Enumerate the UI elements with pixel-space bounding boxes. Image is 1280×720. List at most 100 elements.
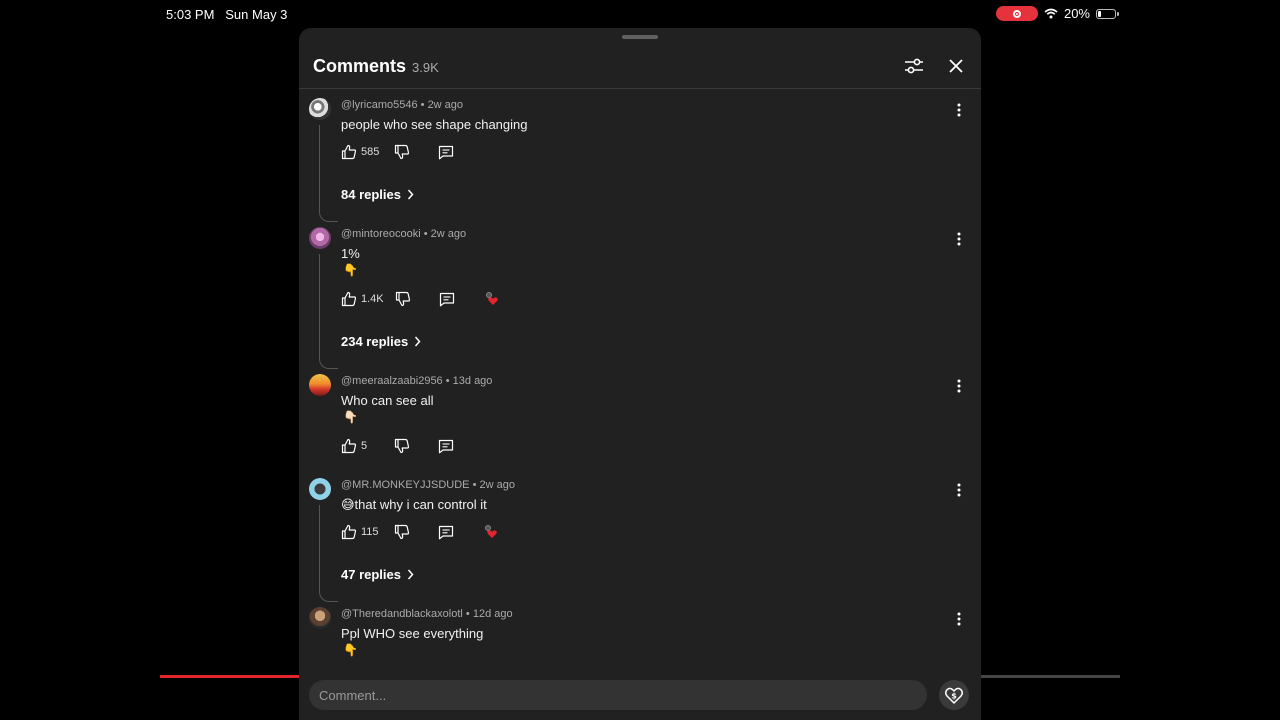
chevron-right-icon (415, 336, 421, 347)
sliders-icon (905, 58, 923, 74)
comment-meta: @Theredandblackaxolotl • 12d ago (341, 608, 513, 620)
avatar[interactable] (309, 478, 331, 500)
more-options-button[interactable] (949, 609, 969, 629)
more-options-button[interactable] (949, 480, 969, 500)
like-button[interactable]: 115 (341, 524, 379, 540)
comment-text: Ppl WHO see everything (341, 626, 484, 641)
filter-button[interactable] (902, 54, 926, 78)
view-replies-button[interactable]: 234 replies (341, 334, 421, 349)
dislike-button[interactable] (393, 143, 411, 161)
comment-text: 😅that why i can control it (341, 497, 487, 512)
status-date: Sun May 3 (225, 7, 288, 22)
more-vert-icon (957, 103, 961, 117)
comment-list[interactable]: @lyricamo5546 • 2w ago people who see sh… (299, 89, 981, 675)
battery-level (1098, 10, 1101, 17)
thumbs-up-icon (341, 438, 357, 454)
reply-button[interactable] (437, 523, 455, 541)
comment-author[interactable]: @meeraalzaabi2956 (341, 375, 443, 387)
thumbs-up-icon (341, 144, 357, 160)
battery-icon (1096, 8, 1119, 19)
comment-item: @MR.MONKEYJJSDUDE • 2w ago 😅that why i c… (299, 469, 981, 602)
comment-author[interactable]: @MR.MONKEYJJSDUDE (341, 479, 470, 491)
avatar[interactable] (309, 607, 331, 629)
more-vert-icon (957, 232, 961, 246)
dislike-button[interactable] (393, 523, 411, 541)
thread-line (319, 254, 338, 369)
comment-item: @meeraalzaabi2956 • 13d ago Who can see … (299, 365, 981, 468)
comment-time: 2w ago (430, 228, 467, 240)
chevron-right-icon (407, 569, 414, 580)
like-button[interactable]: 5 (341, 438, 367, 454)
creator-heart-icon (484, 525, 497, 538)
comment-actions: 1.4K (341, 289, 502, 309)
more-options-button[interactable] (949, 100, 969, 120)
thumbs-down-icon (395, 291, 410, 307)
view-replies-button[interactable]: 47 replies (341, 567, 414, 582)
comment-meta: @mintoreocooki • 2w ago (341, 228, 467, 240)
replies-count: 47 replies (341, 567, 401, 582)
like-button[interactable]: 1.4K (341, 291, 384, 307)
more-options-button[interactable] (949, 229, 969, 249)
thread-line (319, 125, 338, 222)
super-thanks-button[interactable]: $ (939, 680, 969, 710)
more-vert-icon (957, 612, 961, 626)
comment-author[interactable]: @Theredandblackaxolotl (341, 608, 463, 620)
comment-input[interactable] (309, 680, 927, 710)
thumbs-down-icon (395, 144, 410, 160)
super-thanks-icon: $ (944, 687, 964, 704)
avatar[interactable] (309, 227, 331, 249)
dislike-button[interactable] (393, 437, 411, 455)
comment-emoji: 👇 (343, 643, 358, 657)
video-progress-fill (160, 675, 300, 678)
screen-recording-indicator[interactable] (995, 6, 1038, 21)
svg-text:$: $ (951, 692, 957, 701)
comment-text: 1% (341, 246, 360, 261)
comment-item: @Theredandblackaxolotl • 12d ago Ppl WHO… (299, 598, 981, 675)
status-clock: 5:03 PM (166, 7, 215, 22)
reply-button[interactable] (437, 143, 455, 161)
reply-icon (439, 439, 454, 453)
like-button[interactable]: 585 (341, 144, 379, 160)
comment-author[interactable]: @mintoreocooki (341, 228, 421, 240)
status-indicators: 20% (995, 6, 1119, 21)
comment-meta: @meeraalzaabi2956 • 13d ago (341, 375, 493, 387)
comment-meta: @MR.MONKEYJJSDUDE • 2w ago (341, 479, 515, 491)
reply-icon (439, 145, 454, 159)
comment-text: people who see shape changing (341, 117, 528, 132)
more-options-button[interactable] (949, 376, 969, 396)
comment-author[interactable]: @lyricamo5546 (341, 99, 418, 111)
replies-count: 84 replies (341, 187, 401, 202)
view-replies-button[interactable]: 84 replies (341, 187, 414, 202)
avatar[interactable] (309, 98, 331, 120)
comments-count: 3.9K (412, 60, 439, 75)
creator-heart-badge (483, 524, 501, 540)
like-count: 115 (361, 526, 379, 538)
thumbs-up-icon (341, 291, 357, 307)
comment-actions: 5 (341, 436, 455, 456)
replies-count: 234 replies (341, 334, 409, 349)
close-icon (949, 59, 963, 73)
comment-text: Who can see all (341, 393, 434, 408)
thread-line (319, 505, 338, 602)
close-button[interactable] (944, 54, 968, 78)
like-count: 5 (361, 440, 368, 452)
thumbs-up-icon (341, 524, 357, 540)
creator-heart-icon (485, 292, 498, 305)
comment-time: 2w ago (479, 479, 515, 491)
record-icon (1012, 9, 1021, 18)
more-vert-icon (957, 483, 961, 497)
like-count: 585 (361, 146, 380, 158)
comments-title: Comments (313, 56, 407, 76)
comment-actions: 585 (341, 142, 455, 162)
more-vert-icon (957, 379, 961, 393)
reply-button[interactable] (437, 437, 455, 455)
reply-icon (438, 525, 453, 539)
reply-button[interactable] (438, 290, 456, 308)
thumbs-down-icon (395, 438, 410, 454)
comment-time: 13d ago (452, 375, 493, 387)
dislike-button[interactable] (394, 290, 412, 308)
avatar[interactable] (309, 374, 331, 396)
comments-panel: Comments 3.9K @lyricamo5546 • 2w ago peo… (299, 28, 981, 720)
comment-time: 12d ago (472, 608, 513, 620)
creator-heart-badge (484, 291, 502, 307)
